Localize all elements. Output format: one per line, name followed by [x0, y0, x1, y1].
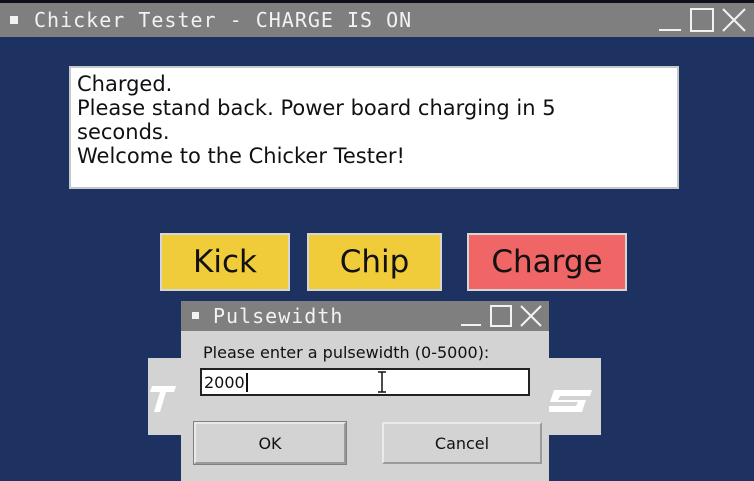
cancel-button[interactable]: Cancel: [382, 422, 542, 464]
logo-fragment-left: [150, 386, 176, 412]
log-line: Charged.: [77, 72, 173, 96]
close-icon[interactable]: [721, 7, 747, 33]
window-title: Chicker Tester - CHARGE IS ON: [34, 8, 413, 32]
dialog-title: Pulsewidth: [213, 304, 344, 328]
log-line: Welcome to the Chicker Tester!: [77, 144, 405, 168]
dialog-titlebar[interactable]: Pulsewidth: [181, 301, 549, 331]
pulsewidth-input[interactable]: 2000: [200, 368, 530, 396]
charge-button[interactable]: Charge: [467, 233, 627, 291]
status-log: Charged. Please stand back. Power board …: [69, 66, 679, 189]
logo-fragment-right: [546, 390, 592, 412]
log-line: seconds.: [77, 120, 170, 144]
ok-button[interactable]: OK: [193, 421, 347, 465]
maximize-icon[interactable]: [489, 304, 513, 328]
maximize-icon[interactable]: [689, 7, 715, 33]
dialog-menu-icon[interactable]: [192, 312, 199, 319]
pulsewidth-prompt: Please enter a pulsewidth (0-5000):: [203, 343, 490, 362]
pulsewidth-dialog: Pulsewidth Please enter a pulsewidth (0-…: [181, 301, 549, 481]
close-icon[interactable]: [519, 304, 543, 328]
minimize-icon[interactable]: [459, 304, 483, 328]
chip-button[interactable]: Chip: [307, 233, 442, 291]
pulsewidth-value: 2000: [204, 373, 248, 392]
ibeam-cursor-icon: [378, 371, 386, 393]
log-line: Please stand back. Power board charging …: [77, 96, 556, 120]
minimize-icon[interactable]: [657, 7, 683, 33]
window-titlebar[interactable]: Chicker Tester - CHARGE IS ON: [0, 3, 754, 37]
kick-button[interactable]: Kick: [160, 233, 290, 291]
window-menu-icon[interactable]: [10, 16, 18, 24]
